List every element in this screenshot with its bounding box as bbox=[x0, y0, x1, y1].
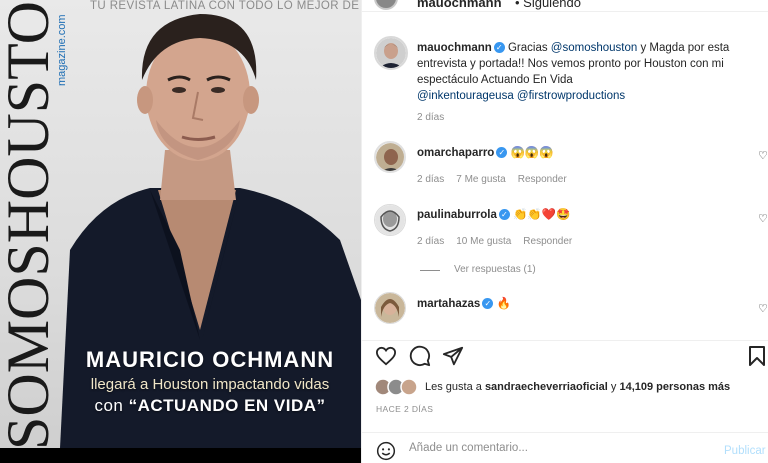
comment-like-heart-icon[interactable]: ♡ bbox=[758, 212, 768, 225]
share-icon[interactable] bbox=[442, 345, 464, 367]
cover-headline-name: MAURICIO OCHMANN bbox=[85, 347, 335, 372]
add-comment-bar: Publicar bbox=[362, 432, 768, 463]
cover-headline-line2: llegará a Houston impactando vidas bbox=[90, 376, 330, 393]
likes-summary: Les gusta a sandraecheverriaoficial y 14… bbox=[425, 381, 731, 393]
magazine-cover-image: SOMOSHOUSTON magazine.com TU REVISTA LAT… bbox=[0, 0, 361, 448]
mention-somoshouston[interactable]: @somoshouston bbox=[551, 42, 637, 54]
bookmark-icon[interactable] bbox=[748, 345, 766, 367]
publish-button[interactable]: Publicar bbox=[724, 445, 766, 457]
reply-button[interactable]: Responder bbox=[518, 174, 567, 185]
caption-username[interactable]: mauochmann bbox=[417, 42, 492, 54]
header-username[interactable]: mauochmann bbox=[417, 0, 502, 10]
heart-icon[interactable] bbox=[375, 346, 397, 366]
comment-like-heart-icon[interactable]: ♡ bbox=[758, 302, 768, 315]
comment-row: omarchaparro ✓ 😱😱😱 bbox=[417, 145, 554, 161]
mention-firstrowproductions[interactable]: @firstrowproductions bbox=[517, 90, 625, 102]
post-actions-bar bbox=[362, 340, 768, 368]
liked-by-avatars[interactable] bbox=[374, 378, 424, 401]
verified-badge-icon: ✓ bbox=[482, 298, 494, 309]
comment-like-heart-icon[interactable]: ♡ bbox=[758, 149, 768, 162]
post-header: mauochmann • Siguiendo bbox=[362, 0, 768, 12]
comment-avatar-martahazas[interactable] bbox=[374, 292, 406, 324]
verified-badge-icon: ✓ bbox=[498, 209, 510, 220]
comment-row: martahazas ✓ 🔥 bbox=[417, 296, 511, 312]
comment-username[interactable]: paulinaburrola bbox=[417, 209, 497, 221]
mention-inkentourageusa[interactable]: @inkentourageusa bbox=[417, 90, 514, 102]
comment-likes[interactable]: 7 Me gusta bbox=[456, 174, 505, 185]
comment-icon[interactable] bbox=[409, 345, 431, 367]
replies-divider bbox=[420, 270, 440, 271]
likes-count[interactable]: 14,109 personas más bbox=[619, 381, 730, 393]
comment-row: paulinaburrola ✓ 👏👏❤️🤩 bbox=[417, 207, 570, 223]
comment-avatar-paulinaburrola[interactable] bbox=[374, 204, 406, 236]
magazine-brand-subtitle: magazine.com bbox=[56, 14, 68, 86]
add-comment-input[interactable] bbox=[409, 442, 699, 454]
magazine-brand-title: SOMOSHOUSTON bbox=[0, 0, 61, 448]
comment-text: 🔥 bbox=[496, 298, 511, 310]
cover-bottom-bar bbox=[0, 448, 361, 463]
follow-status[interactable]: • Siguiendo bbox=[515, 0, 581, 10]
comment-username[interactable]: martahazas bbox=[417, 298, 480, 310]
emoji-icon[interactable] bbox=[376, 441, 396, 461]
comment-text: 😱😱😱 bbox=[510, 147, 554, 159]
post-side-panel: mauochmann • Siguiendo mauochmann ✓ Graci… bbox=[361, 0, 768, 463]
comment-avatar-omarchaparro[interactable] bbox=[374, 141, 406, 173]
caption-avatar[interactable] bbox=[374, 36, 408, 70]
comment-likes[interactable]: 10 Me gusta bbox=[456, 236, 511, 247]
comment-meta: 2 días 7 Me gusta Responder bbox=[417, 174, 567, 185]
comment-text: 👏👏❤️🤩 bbox=[513, 209, 571, 221]
post-timestamp[interactable]: HACE 2 DÍAS bbox=[376, 404, 433, 414]
caption-text: mauochmann ✓ Gracias @somoshouston y Magd… bbox=[417, 42, 730, 102]
caption-time: 2 días bbox=[417, 112, 445, 123]
reply-button[interactable]: Responder bbox=[523, 236, 572, 247]
view-replies-button[interactable]: Ver respuestas (1) bbox=[454, 264, 536, 275]
liked-by-user[interactable]: sandraecheverriaoficial bbox=[485, 381, 608, 393]
cover-headline-line3: con “ACTUANDO EN VIDA” bbox=[94, 396, 326, 415]
verified-badge-icon: ✓ bbox=[493, 42, 505, 53]
comment-username[interactable]: omarchaparro bbox=[417, 147, 494, 159]
magazine-tagline: TU REVISTA LATINA CON TODO LO MEJOR DE H… bbox=[90, 0, 361, 12]
verified-badge-icon: ✓ bbox=[496, 147, 508, 158]
comment-meta: 2 días 10 Me gusta Responder bbox=[417, 236, 573, 247]
header-avatar[interactable] bbox=[374, 0, 398, 10]
